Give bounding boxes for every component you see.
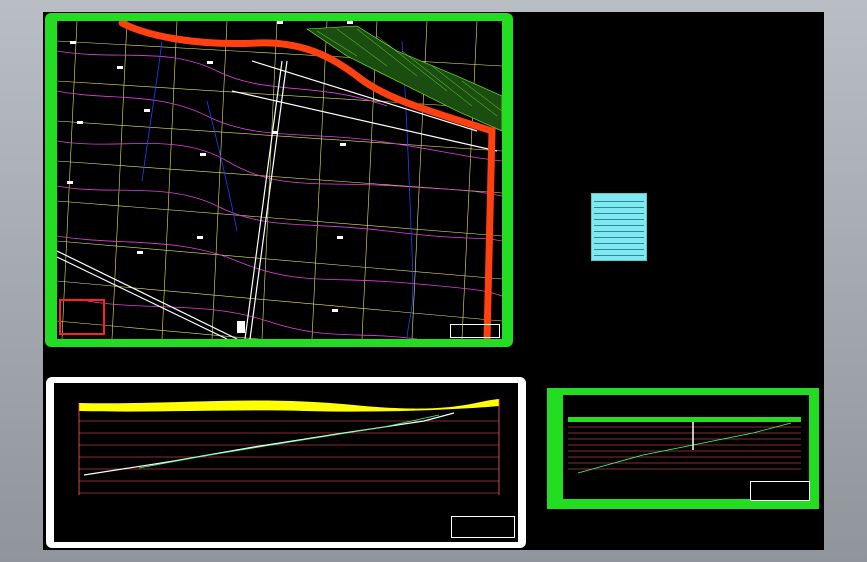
tunnel-profile-line[interactable] <box>83 412 455 476</box>
hatched-slope-area <box>306 25 502 132</box>
plan-map-area[interactable] <box>57 21 502 339</box>
quantity-table-sheet[interactable] <box>591 193 647 261</box>
plan-titleblock <box>450 324 500 338</box>
table-row <box>594 256 644 260</box>
section-gridlines <box>568 426 801 470</box>
profile-side-rails <box>78 399 500 495</box>
terrain-band <box>79 399 499 412</box>
profile-svg <box>78 399 500 495</box>
plan-sheet[interactable] <box>45 13 513 347</box>
profile-titleblock <box>451 516 515 538</box>
plan-legend <box>59 299 105 335</box>
section-profile-line[interactable] <box>577 422 792 474</box>
profile-sheet[interactable] <box>46 377 526 548</box>
section-titleblock <box>750 481 810 501</box>
plan-map-svg <box>57 21 502 339</box>
elevation-gridlines <box>79 420 499 494</box>
section-sheet[interactable] <box>547 388 819 509</box>
section-surface-band <box>568 417 801 422</box>
profile-drawing-area[interactable] <box>54 383 518 542</box>
